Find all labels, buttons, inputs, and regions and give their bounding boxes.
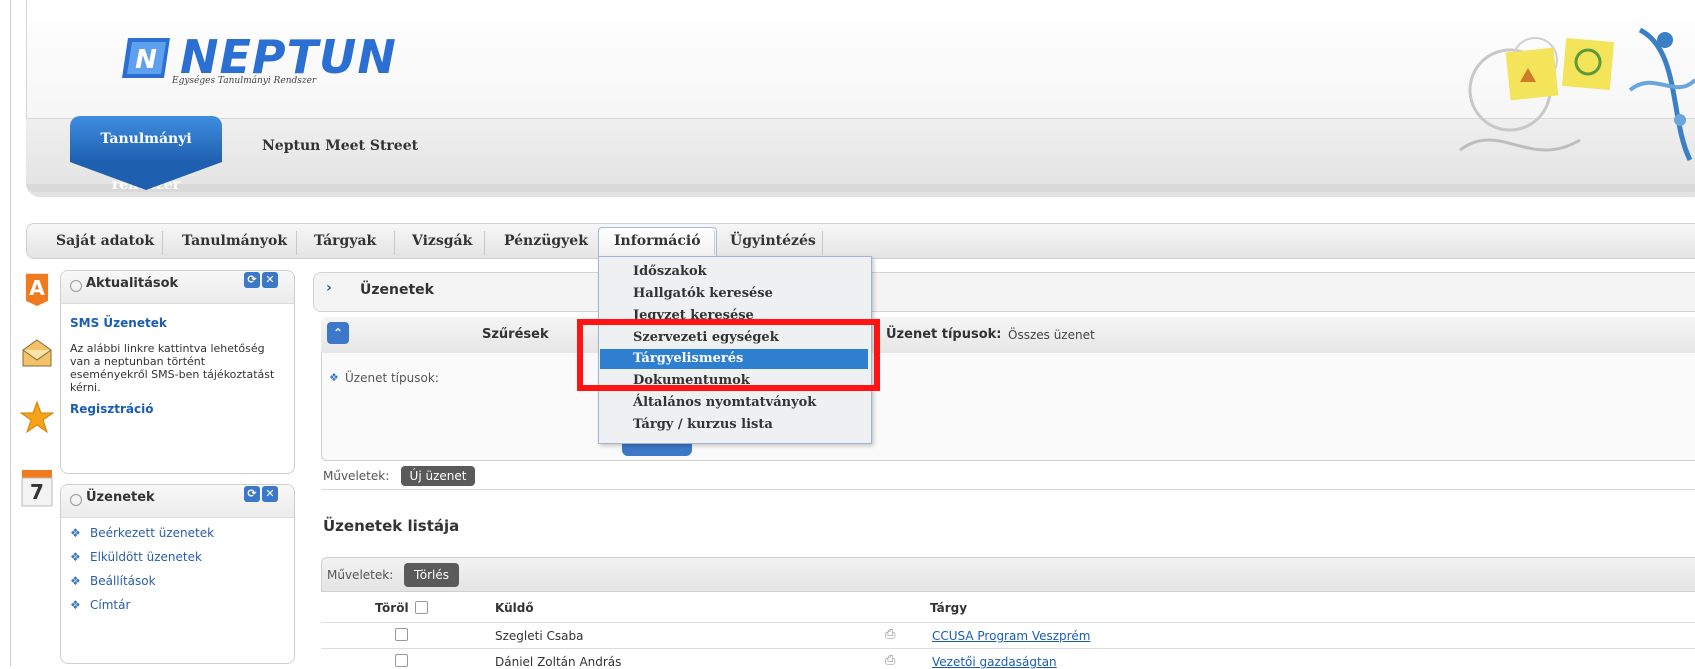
neptun-logo-icon: N xyxy=(122,38,170,78)
site-tab-tanulmanyi[interactable]: Tanulmányi rendszer xyxy=(70,116,222,193)
sms-title: SMS Üzenetek xyxy=(70,316,167,330)
radio-icon xyxy=(70,280,82,292)
dropdown-item-hallgatok-keresese[interactable]: Hallgatók keresése xyxy=(633,286,773,301)
bullet-icon: ❖ xyxy=(70,526,81,540)
filter-type-label: Üzenet típusok: xyxy=(886,327,1002,342)
link-beallitasok[interactable]: Beállítások xyxy=(90,574,156,588)
list-ops-label: Műveletek: xyxy=(327,568,394,582)
list-title: Üzenetek listája xyxy=(323,517,460,535)
column-header-targy[interactable]: Tárgy xyxy=(930,601,967,615)
collapse-toggle-icon[interactable]: ⌃ xyxy=(327,322,349,344)
calendar-7-icon[interactable]: 7 xyxy=(20,468,54,508)
refresh-icon[interactable]: ⟳ xyxy=(244,272,260,288)
svg-text:7: 7 xyxy=(30,480,44,504)
link-beerkezett[interactable]: Beérkezett üzenetek xyxy=(90,526,214,540)
close-icon[interactable]: ✕ xyxy=(262,272,278,288)
row-checkbox[interactable] xyxy=(395,628,408,641)
link-elkuldott[interactable]: Elküldött üzenetek xyxy=(90,550,202,564)
nav-item-tanulmanyok[interactable]: Tanulmányok xyxy=(182,233,287,249)
row-divider xyxy=(321,622,1695,623)
nav-separator xyxy=(296,231,297,255)
aktualitasok-title: Aktualitások xyxy=(86,276,179,291)
nav-item-sajat-adatok[interactable]: Saját adatok xyxy=(56,233,154,249)
radio-icon xyxy=(70,494,82,506)
nav-separator xyxy=(822,231,823,255)
close-icon[interactable]: ✕ xyxy=(262,486,278,502)
aktualitasok-a-icon[interactable]: A xyxy=(20,272,54,306)
registration-link[interactable]: Regisztráció xyxy=(70,402,153,416)
divider xyxy=(321,489,1695,490)
row-subject-link[interactable]: CCUSA Program Veszprém xyxy=(932,629,1090,643)
printer-icon[interactable]: ⎙ xyxy=(885,627,895,642)
nav-separator xyxy=(162,231,163,255)
filter-title: Szűrések xyxy=(482,327,549,342)
ops-label: Műveletek: xyxy=(323,469,390,483)
header-decoration-icon xyxy=(1459,27,1695,162)
site-tab-pointer xyxy=(70,162,222,190)
bullet-icon: ❖ xyxy=(70,598,81,612)
svg-text:N: N xyxy=(135,45,157,75)
page-title: Üzenetek xyxy=(360,282,434,298)
delete-button[interactable]: Törlés xyxy=(404,563,459,587)
column-header-torol: Töröl xyxy=(375,601,409,615)
nav-separator xyxy=(394,231,395,255)
dropdown-item-idoszakok[interactable]: Időszakok xyxy=(633,264,707,279)
link-cimtar[interactable]: Címtár xyxy=(90,598,130,612)
nav-separator xyxy=(714,231,715,255)
bullet-icon: ❖ xyxy=(329,371,339,384)
page-left-rule xyxy=(10,0,11,666)
envelope-icon[interactable] xyxy=(20,336,54,370)
dropdown-item-targy-kurzus-lista[interactable]: Tárgy / kurzus lista xyxy=(633,417,773,432)
row-divider xyxy=(321,648,1695,649)
svg-text:A: A xyxy=(29,276,45,300)
nav-item-ugyintezes[interactable]: Ügyintézés xyxy=(730,233,816,249)
column-header-kuldo[interactable]: Küldő xyxy=(495,601,534,615)
list-ops-bar xyxy=(321,557,1695,592)
nav-item-informacio[interactable]: Információ xyxy=(614,233,701,249)
chevron-right-icon: › xyxy=(326,280,332,296)
filter-type-value: Összes üzenet xyxy=(1008,328,1095,342)
annotation-highlight-box xyxy=(577,319,880,391)
nav-item-vizsgak[interactable]: Vizsgák xyxy=(412,233,472,249)
nav-item-penzugyek[interactable]: Pénzügyek xyxy=(504,233,588,249)
site-link-meet-street[interactable]: Neptun Meet Street xyxy=(262,138,418,154)
row-checkbox[interactable] xyxy=(395,654,408,667)
nav-item-targyak[interactable]: Tárgyak xyxy=(314,233,376,249)
nav-separator xyxy=(484,231,485,255)
bullet-icon: ❖ xyxy=(70,550,81,564)
star-icon[interactable] xyxy=(20,400,54,434)
bullet-icon: ❖ xyxy=(70,574,81,588)
row-sender: Dániel Zoltán András xyxy=(495,655,622,669)
select-all-checkbox[interactable] xyxy=(415,601,428,614)
uzenetek-box-title: Üzenetek xyxy=(86,490,155,505)
filter-field-label: Üzenet típusok: xyxy=(345,371,439,385)
dropdown-item-altalanos-nyomtatvanyok[interactable]: Általános nyomtatványok xyxy=(633,395,816,410)
sms-description: Az alábbi linkre kattintva lehetőség van… xyxy=(70,342,275,394)
logo-subtitle: Egységes Tanulmányi Rendszer xyxy=(172,76,317,86)
new-message-button[interactable]: Új üzenet xyxy=(401,466,475,486)
breadcrumb-bar xyxy=(313,272,1695,312)
row-sender: Szegleti Csaba xyxy=(495,629,584,643)
row-subject-link[interactable]: Vezetői gazdaságtan xyxy=(932,655,1057,669)
refresh-icon[interactable]: ⟳ xyxy=(244,486,260,502)
